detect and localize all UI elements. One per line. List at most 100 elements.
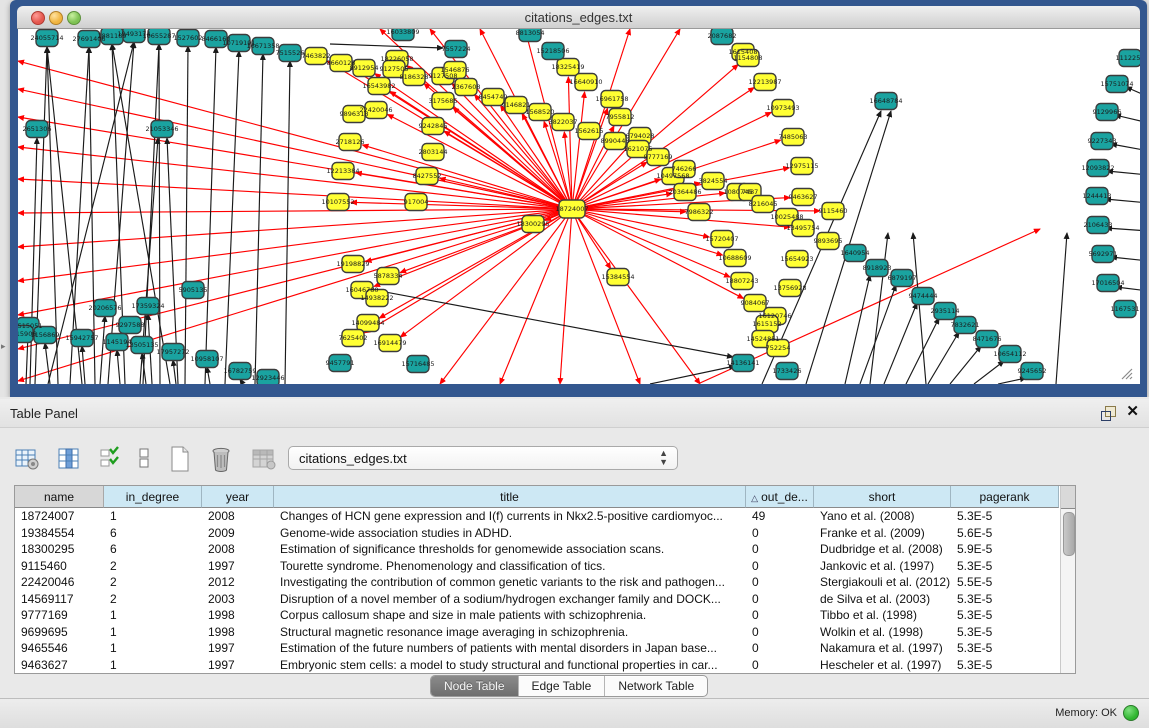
table-cell[interactable]: 1 xyxy=(104,657,202,674)
resize-grip-icon[interactable] xyxy=(1120,368,1134,380)
table-cell[interactable]: 0 xyxy=(746,558,814,575)
graph-edge[interactable] xyxy=(100,316,105,384)
table-cell[interactable]: 49 xyxy=(746,508,814,525)
table-cell[interactable]: Changes of HCN gene expression and I(f) … xyxy=(274,508,746,525)
scrollbar-thumb[interactable] xyxy=(1063,512,1075,556)
vertical-scrollbar[interactable] xyxy=(1060,486,1075,673)
table-cell[interactable]: Hescheler et al. (1997) xyxy=(814,657,951,674)
tab-network-table[interactable]: Network Table xyxy=(605,676,707,696)
table-cell[interactable]: Structural magnetic resonance image aver… xyxy=(274,624,746,641)
table-cell[interactable]: 18300295 xyxy=(15,541,104,558)
table-cell[interactable]: 9115460 xyxy=(15,558,104,575)
graph-edge[interactable] xyxy=(1056,233,1067,384)
graph-edge[interactable] xyxy=(440,178,572,209)
graph-edge[interactable] xyxy=(18,209,572,381)
table-cell[interactable]: 5.3E-5 xyxy=(951,624,1059,641)
graph-edge[interactable] xyxy=(380,291,733,357)
table-row[interactable]: 1938455462009Genome-wide association stu… xyxy=(15,525,1075,542)
float-panel-icon[interactable] xyxy=(1101,406,1115,420)
table-cell[interactable]: 1 xyxy=(104,607,202,624)
table-cell[interactable]: Jankovic et al. (1997) xyxy=(814,558,951,575)
table-cell[interactable]: Wolkin et al. (1998) xyxy=(814,624,951,641)
table-cell[interactable]: 1 xyxy=(104,508,202,525)
table-cell[interactable]: 5.3E-5 xyxy=(951,591,1059,608)
table-cell[interactable]: Tourette syndrome. Phenomenology and cla… xyxy=(274,558,746,575)
select-column-icon[interactable] xyxy=(56,446,82,472)
citation-network-graph[interactable]: 2405571427691406188118919493174106552871… xyxy=(18,29,1140,384)
graph-edge[interactable] xyxy=(18,61,572,209)
table-row[interactable]: 969969511998Structural magnetic resonanc… xyxy=(15,624,1075,641)
table-cell[interactable]: 5.6E-5 xyxy=(951,525,1059,542)
table-cell[interactable]: 0 xyxy=(746,591,814,608)
table-cell[interactable]: 1 xyxy=(104,640,202,657)
table-cell[interactable]: 19384554 xyxy=(15,525,104,542)
graph-edge[interactable] xyxy=(82,346,85,384)
graph-edge[interactable] xyxy=(572,209,640,384)
table-cell[interactable]: 0 xyxy=(746,640,814,657)
column-header-title[interactable]: title xyxy=(274,486,746,508)
table-row[interactable]: 977716911998Corpus callosum shape and si… xyxy=(15,607,1075,624)
graph-edge[interactable] xyxy=(173,360,176,384)
column-header-year[interactable]: year xyxy=(202,486,274,508)
table-cell[interactable]: Nakamura et al. (1997) xyxy=(814,640,951,657)
table-cell[interactable]: 18724007 xyxy=(15,508,104,525)
table-cell[interactable]: de Silva et al. (2003) xyxy=(814,591,951,608)
table-cell[interactable]: 0 xyxy=(746,624,814,641)
table-header-row[interactable]: namein_degreeyeartitle△out_de...shortpag… xyxy=(15,486,1075,508)
graph-edge[interactable] xyxy=(255,54,263,384)
table-cell[interactable]: Dudbridge et al. (2008) xyxy=(814,541,951,558)
graph-edge[interactable] xyxy=(870,233,888,384)
table-row[interactable]: 946362711997Embryonic stem cells: a mode… xyxy=(15,657,1075,674)
table-cell[interactable]: 5.3E-5 xyxy=(951,508,1059,525)
table-cell[interactable]: 0 xyxy=(746,607,814,624)
graph-edge[interactable] xyxy=(18,89,572,209)
table-cell[interactable]: 5.3E-5 xyxy=(951,640,1059,657)
table-cell[interactable]: 9777169 xyxy=(15,607,104,624)
table-cell[interactable]: 22420046 xyxy=(15,574,104,591)
table-cell[interactable]: 1997 xyxy=(202,558,274,575)
memory-status-indicator[interactable] xyxy=(1123,705,1139,721)
panel-expander-icon[interactable]: ▸ xyxy=(1,341,6,352)
graph-edge[interactable] xyxy=(225,51,239,384)
table-cell[interactable]: 9463627 xyxy=(15,657,104,674)
column-header-short[interactable]: short xyxy=(814,486,951,508)
graph-edge[interactable] xyxy=(185,46,188,384)
network-canvas[interactable]: 2405571427691406188118919493174106552871… xyxy=(18,29,1140,384)
table-cell[interactable]: 5.3E-5 xyxy=(951,558,1059,575)
table-cell[interactable]: Estimation of significance thresholds fo… xyxy=(274,541,746,558)
graph-edge[interactable] xyxy=(159,44,160,384)
table-cell[interactable]: 2012 xyxy=(202,574,274,591)
table-cell[interactable]: 2008 xyxy=(202,508,274,525)
table-cell[interactable]: Estimation of the future numbers of pati… xyxy=(274,640,746,657)
graph-edge[interactable] xyxy=(572,209,700,384)
table-cell[interactable]: Disruption of a novel member of a sodium… xyxy=(274,591,746,608)
row-height-icon[interactable] xyxy=(137,446,151,472)
table-cell[interactable]: Embryonic stem cells: a model to study s… xyxy=(274,657,746,674)
column-header-in_degree[interactable]: in_degree xyxy=(104,486,202,508)
table-cell[interactable]: 2008 xyxy=(202,541,274,558)
graph-edge[interactable] xyxy=(650,366,735,384)
table-cell[interactable]: 14569117 xyxy=(15,591,104,608)
graph-edge[interactable] xyxy=(974,361,1004,384)
window-titlebar[interactable]: citations_edges.txt xyxy=(17,6,1140,29)
tab-node-table[interactable]: Node Table xyxy=(431,676,519,696)
table-cell[interactable]: Yano et al. (2008) xyxy=(814,508,951,525)
table-row[interactable]: 1872400712008Changes of HCN gene express… xyxy=(15,508,1075,525)
table-cell[interactable]: 0 xyxy=(746,541,814,558)
tab-edge-table[interactable]: Edge Table xyxy=(519,676,606,696)
table-cell[interactable]: 1997 xyxy=(202,640,274,657)
table-cell[interactable]: 5.5E-5 xyxy=(951,574,1059,591)
graph-edge[interactable] xyxy=(207,367,210,384)
column-header-out_de[interactable]: △out_de... xyxy=(746,486,814,508)
graph-edge[interactable] xyxy=(45,343,50,384)
table-select-dropdown[interactable]: citations_edges.txt ▲▼ xyxy=(288,446,678,470)
table-cell[interactable]: 0 xyxy=(746,574,814,591)
close-panel-icon[interactable]: ✕ xyxy=(1126,404,1139,420)
table-cell[interactable]: 1 xyxy=(104,624,202,641)
graph-edge[interactable] xyxy=(330,44,443,48)
table-cell[interactable]: 5.3E-5 xyxy=(951,657,1059,674)
table-cell[interactable]: 2 xyxy=(104,591,202,608)
table-cell[interactable]: Tibbo et al. (1998) xyxy=(814,607,951,624)
graph-edge[interactable] xyxy=(1115,115,1140,123)
table-cell[interactable]: 9465546 xyxy=(15,640,104,657)
